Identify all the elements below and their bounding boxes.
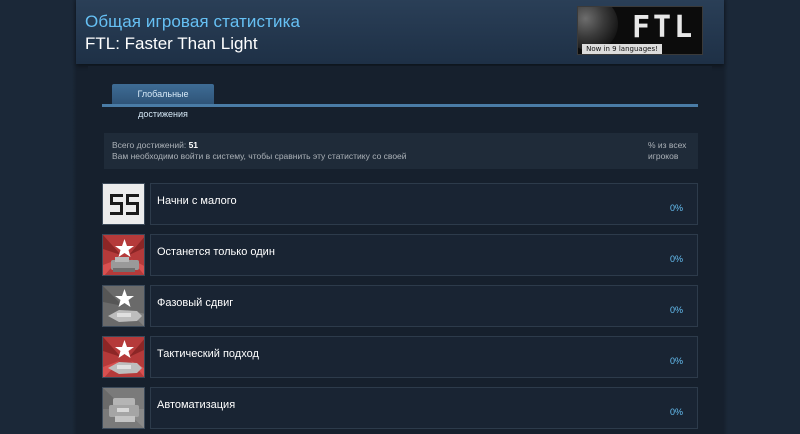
stats-header: Общая игровая статистика FTL: Faster Tha…: [76, 0, 724, 64]
achievement-card[interactable]: Фазовый сдвиг 0%: [150, 285, 698, 327]
achievement-card[interactable]: Автоматизация 0%: [150, 387, 698, 429]
total-label: Всего достижений:: [112, 140, 187, 150]
achievement-name: Автоматизация: [157, 399, 236, 411]
red-star-ship-icon: [102, 336, 145, 378]
achievement-row: Фазовый сдвиг 0%: [102, 285, 698, 327]
total-achievements: Всего достижений: 51: [112, 140, 198, 150]
game-logo[interactable]: FTL Now in 9 languages!: [577, 6, 703, 55]
achievement-percent: 0%: [669, 305, 683, 315]
achievement-row: Тактический подход 0%: [102, 336, 698, 378]
achievement-percent: 0%: [669, 407, 683, 417]
achievement-row: Автоматизация 0%: [102, 387, 698, 429]
tab-underline: [102, 104, 698, 107]
game-title[interactable]: FTL: Faster Than Light: [85, 34, 258, 54]
achievement-name: Фазовый сдвиг: [157, 297, 234, 309]
achievement-row: Останется только один 0%: [102, 234, 698, 276]
login-note: Вам необходимо войти в систему, чтобы ср…: [112, 151, 407, 161]
achievement-name: Тактический подход: [157, 348, 259, 360]
tab-global-achievements[interactable]: Глобальные достижения: [112, 84, 214, 119]
achievements-summary: Всего достижений: 51 Вам необходимо войт…: [104, 133, 698, 169]
achievement-percent: 0%: [669, 254, 683, 264]
logo-subtitle: Now in 9 languages!: [582, 44, 662, 54]
achievement-card[interactable]: Начни с малого 0%: [150, 183, 698, 225]
achievement-name: Начни с малого: [157, 195, 237, 207]
achievement-percent: 0%: [669, 356, 683, 366]
page-title: Общая игровая статистика: [85, 12, 301, 31]
percent-header: % из всех игроков: [648, 140, 687, 161]
achievement-card[interactable]: Останется только один 0%: [150, 234, 698, 276]
red-star-ship-icon: [102, 234, 145, 276]
grey-star-ship-icon: [102, 285, 145, 327]
achievement-name: Останется только один: [157, 246, 275, 258]
achievement-row: Начни с малого 0%: [102, 183, 698, 225]
total-value: 51: [188, 140, 199, 150]
grey-ship-icon: [102, 387, 145, 429]
achievement-card[interactable]: Тактический подход 0%: [150, 336, 698, 378]
pixel-ss-icon: [102, 183, 145, 225]
logo-text: FTL: [632, 10, 696, 45]
achievement-percent: 0%: [669, 203, 683, 213]
